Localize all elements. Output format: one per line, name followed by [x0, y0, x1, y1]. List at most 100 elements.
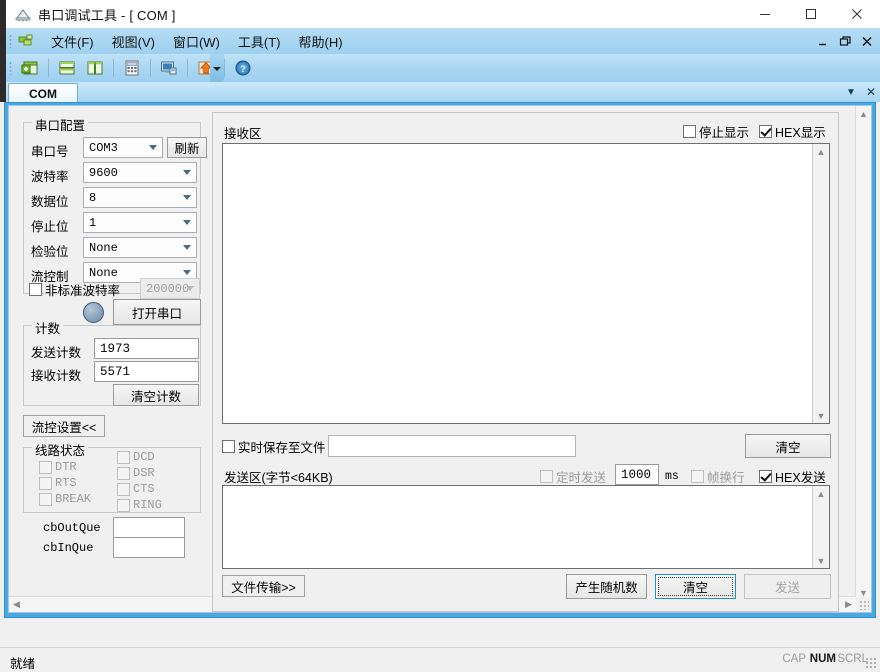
window-minimize-button[interactable] [742, 0, 788, 28]
window-resize-grip[interactable] [865, 657, 877, 669]
frame-newline-checkbox[interactable]: 帧换行 [691, 467, 745, 486]
clear-send-button[interactable]: 清空 [655, 574, 736, 599]
parity-select-value: None [89, 240, 118, 255]
hex-display-checkbox-box [759, 125, 772, 138]
save-to-file-checkbox-box [222, 440, 235, 453]
stop-display-checkbox[interactable]: 停止显示 [683, 122, 749, 141]
cbinque-field[interactable] [113, 537, 185, 558]
clear-receive-button[interactable]: 清空 [745, 434, 831, 458]
client-vertical-scrollbar[interactable]: ▲ ▼ [855, 106, 871, 600]
databits-select[interactable]: 8 [83, 187, 197, 208]
monitor-icon [161, 61, 177, 75]
hex-send-label: HEX发送 [775, 471, 826, 485]
cboutque-label: cbOutQue [43, 521, 101, 535]
tile-horizontal-button[interactable] [54, 55, 80, 81]
random-data-label: 产生随机数 [575, 581, 638, 595]
open-port-button[interactable]: 打开串口 [113, 299, 201, 325]
mdi-minimize-button[interactable] [817, 35, 830, 48]
send-vertical-scrollbar[interactable]: ▲ ▼ [812, 486, 829, 568]
client-scroll-left-icon[interactable]: ◀ [9, 597, 24, 612]
menu-tools[interactable]: 工具(T) [229, 29, 290, 54]
tile-vertical-button[interactable] [82, 55, 108, 81]
parity-select[interactable]: None [83, 237, 197, 258]
receive-textarea[interactable]: ▲ ▼ [222, 143, 830, 424]
rts-checkbox[interactable]: RTS [39, 476, 77, 490]
rx-count-field[interactable]: 5571 [94, 361, 199, 382]
menu-drag-grip[interactable] [9, 34, 12, 48]
stopbits-select[interactable]: 1 [83, 212, 197, 233]
save-path-input[interactable] [328, 435, 576, 457]
client-scroll-up-icon[interactable]: ▲ [856, 106, 871, 121]
chevron-down-icon [183, 220, 191, 225]
window-close-button[interactable] [834, 0, 880, 28]
menu-view[interactable]: 视图(V) [103, 29, 164, 54]
tabstrip-left-edge [0, 82, 6, 102]
svg-text:?: ? [240, 64, 246, 74]
calculator-button[interactable] [119, 55, 145, 81]
data-area-group: 接收区 停止显示 HEX显示 ▲ ▼ 实时保存至文件 清空 发送区(字节<64K… [212, 112, 839, 612]
client-scroll-right-icon[interactable]: ▶ [841, 597, 856, 612]
ring-checkbox[interactable]: RING [117, 498, 162, 512]
tab-strip-controls: ▼ ✕ [846, 84, 876, 100]
dcd-checkbox-box [117, 450, 130, 464]
hex-display-checkbox[interactable]: HEX显示 [759, 122, 826, 141]
cboutque-field[interactable] [113, 517, 185, 538]
mdi-restore-button[interactable] [839, 35, 852, 48]
flow-settings-label: 流控设置<< [31, 420, 97, 435]
dcd-checkbox[interactable]: DCD [117, 450, 155, 464]
frame-newline-label: 帧换行 [707, 471, 745, 485]
send-textarea[interactable]: ▲ ▼ [222, 485, 830, 569]
receive-scroll-up-icon[interactable]: ▲ [813, 144, 829, 159]
app-serial-icon [15, 9, 31, 22]
help-button[interactable]: ? [230, 55, 256, 81]
close-icon [852, 9, 862, 19]
toolbar-drag-grip[interactable] [9, 61, 12, 75]
tab-dropdown-icon[interactable]: ▼ [846, 87, 856, 98]
file-transfer-button[interactable]: 文件传输>> [222, 575, 305, 597]
monitor-button[interactable] [156, 55, 182, 81]
cts-checkbox[interactable]: CTS [117, 482, 155, 496]
custom-baudrate-value: 200000 [146, 281, 190, 296]
clear-counters-button[interactable]: 清空计数 [113, 384, 199, 406]
baudrate-select-value: 9600 [89, 165, 118, 180]
menu-help[interactable]: 帮助(H) [290, 29, 352, 54]
mdi-close-button[interactable] [861, 35, 874, 48]
menu-window[interactable]: 窗口(W) [164, 29, 229, 54]
new-window-button[interactable] [17, 55, 43, 81]
custom-baudrate-label: 非标准波特率 [45, 284, 121, 298]
ring-label: RING [133, 498, 162, 512]
chevron-down-icon [183, 195, 191, 200]
databits-select-value: 8 [89, 190, 97, 205]
tx-count-field[interactable]: 1973 [94, 338, 199, 359]
refresh-ports-button[interactable]: 刷新 [167, 137, 207, 158]
send-scroll-up-icon[interactable]: ▲ [813, 486, 829, 501]
break-checkbox[interactable]: BREAK [39, 492, 91, 506]
hex-send-checkbox[interactable]: HEX发送 [759, 467, 826, 486]
port-select[interactable]: COM3 [83, 137, 163, 158]
menu-file[interactable]: 文件(F) [42, 29, 103, 54]
status-bar: 就绪 CAP NUM SCRL [0, 647, 880, 672]
title-bar: 串口调试工具 - [ COM ] [0, 0, 880, 29]
random-data-button[interactable]: 产生随机数 [566, 574, 647, 599]
toolbar-overflow-button[interactable] [210, 54, 224, 82]
receive-vertical-scrollbar[interactable]: ▲ ▼ [812, 144, 829, 423]
toolbar-left-edge [0, 54, 6, 82]
tab-com[interactable]: COM [8, 83, 78, 103]
dsr-checkbox[interactable]: DSR [117, 466, 155, 480]
flow-settings-button[interactable]: 流控设置<< [23, 415, 105, 437]
timed-send-label: 定时发送 [556, 471, 607, 485]
send-interval-input[interactable]: 1000 [615, 464, 659, 485]
timed-send-checkbox-box [540, 470, 553, 483]
window-maximize-button[interactable] [788, 0, 834, 28]
receive-scroll-down-icon[interactable]: ▼ [813, 408, 829, 423]
dtr-checkbox[interactable]: DTR [39, 460, 77, 474]
tab-close-icon[interactable]: ✕ [866, 85, 876, 99]
save-to-file-checkbox[interactable]: 实时保存至文件 [222, 437, 326, 456]
menu-app-icon [18, 34, 33, 46]
baudrate-select[interactable]: 9600 [83, 162, 197, 183]
timed-send-checkbox[interactable]: 定时发送 [540, 467, 606, 486]
send-scroll-down-icon[interactable]: ▼ [813, 553, 829, 568]
line-state-group-title: 线路状态 [32, 440, 89, 459]
refresh-ports-label: 刷新 [174, 142, 200, 156]
custom-baudrate-checkbox[interactable]: 非标准波特率 [29, 280, 120, 299]
